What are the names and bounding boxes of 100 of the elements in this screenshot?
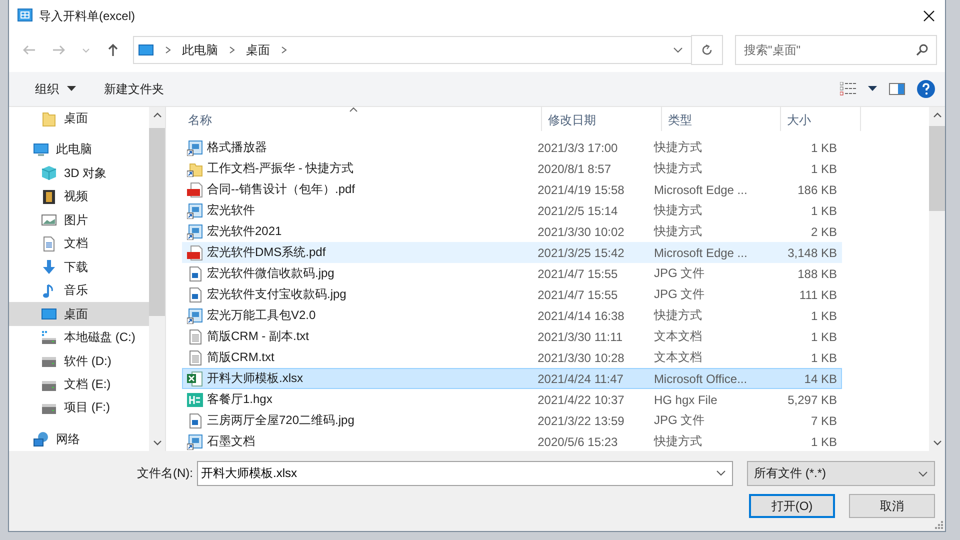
- app-tile-icon: [187, 392, 203, 408]
- file-row[interactable]: 合同--销售设计（包年）.pdf 2021/4/19 15:58 Microsoft Edge ... 186 KB: [182, 179, 842, 200]
- image-file-icon: [187, 286, 203, 302]
- file-name: 石墨文档: [207, 433, 255, 450]
- search-field[interactable]: 搜索"桌面": [735, 35, 937, 65]
- file-row[interactable]: 简版CRM - 副本.txt 2021/3/30 11:11 文本文档 1 KB: [182, 326, 842, 347]
- file-row[interactable]: 开料大师模板.xlsx 2021/4/24 11:47 Microsoft Office... 14 KB: [182, 368, 842, 389]
- file-name: 宏光软件支付宝收款码.jpg: [207, 286, 346, 303]
- picture-icon: [41, 212, 57, 228]
- file-name: 简版CRM.txt: [207, 349, 274, 366]
- table-cell-text: 2021/4/14 16:38: [536, 308, 626, 324]
- nav-item[interactable]: 桌面: [9, 302, 149, 326]
- nav-item[interactable]: 3D 对象: [9, 162, 149, 186]
- table-cell-text: 1 KB: [810, 160, 838, 178]
- help-icon[interactable]: [917, 80, 935, 98]
- table-cell-text: 快捷方式: [652, 160, 703, 177]
- details-view-icon[interactable]: [840, 82, 856, 96]
- nav-item[interactable]: 桌面: [9, 107, 149, 130]
- nav-item[interactable]: 音乐: [9, 278, 149, 302]
- nav-item[interactable]: 下载: [9, 256, 149, 279]
- filename-label: 文件名(N):: [137, 465, 193, 482]
- file-name: 宏光万能工具包V2.0: [207, 307, 316, 324]
- file-row[interactable]: 客餐厅1.hgx 2021/4/22 10:37 HG hgx File 5,297 KB: [182, 389, 842, 410]
- file-row[interactable]: 工作文档-严振华 - 快捷方式 2020/8/1 8:57 快捷方式 1 KB: [182, 158, 842, 179]
- file-row[interactable]: 宏光万能工具包V2.0 2021/4/14 16:38 快捷方式 1 KB: [182, 305, 842, 326]
- address-bar[interactable]: 此电脑 桌面: [133, 36, 692, 64]
- chevron-right-icon: [228, 45, 236, 55]
- sort-caret-icon: [349, 107, 358, 112]
- chevron-down-icon: [152, 440, 162, 446]
- table-cell-text: 2021/4/22 10:37: [536, 392, 626, 408]
- nav-item[interactable]: 软件 (D:): [9, 349, 149, 373]
- desktop-icon: [138, 42, 154, 58]
- table-cell-text: 快捷方式: [652, 202, 703, 219]
- file-name: 开料大师模板.xlsx: [207, 370, 303, 387]
- table-cell-text: 2021/4/24 11:47: [536, 370, 624, 388]
- caret-down-icon[interactable]: [868, 86, 877, 92]
- column-header[interactable]: 大小: [781, 107, 861, 131]
- new-folder-button[interactable]: 新建文件夹: [96, 76, 172, 102]
- chevron-down-icon[interactable]: [673, 45, 683, 55]
- file-name: 简版CRM - 副本.txt: [207, 328, 309, 345]
- text-file-icon: [187, 350, 203, 366]
- table-cell-text: 2021/3/3 17:00: [536, 140, 619, 156]
- preview-pane-icon[interactable]: [889, 83, 905, 95]
- column-header[interactable]: 名称: [182, 107, 542, 131]
- table-cell-text: 2020/5/6 15:23: [536, 434, 619, 450]
- file-name: 宏光软件2021: [207, 223, 282, 240]
- scrollbar[interactable]: [929, 107, 945, 451]
- table-cell-text: JPG 文件: [652, 412, 706, 429]
- scrollbar-thumb[interactable]: [929, 126, 945, 212]
- table-cell-text: 1 KB: [810, 350, 838, 366]
- column-header[interactable]: 修改日期: [542, 107, 662, 131]
- file-row[interactable]: 石墨文档 2020/5/6 15:23 快捷方式 1 KB: [182, 431, 842, 452]
- table-cell-text: 文本文档: [652, 349, 703, 366]
- close-icon[interactable]: [923, 10, 935, 22]
- scrollbar[interactable]: [149, 107, 165, 451]
- table-cell-text: 快捷方式: [652, 223, 703, 240]
- folder-shortcut-icon: [187, 160, 203, 176]
- table-cell-text: 2021/3/30 10:28: [536, 350, 626, 366]
- cancel-button[interactable]: 取消: [849, 494, 935, 518]
- table-cell-text: 14 KB: [803, 370, 838, 388]
- file-row[interactable]: 宏光软件微信收款码.jpg 2021/4/7 15:55 JPG 文件 188 KB: [182, 263, 842, 284]
- nav-item[interactable]: 文档 (E:): [9, 372, 149, 396]
- nav-item[interactable]: 网络: [9, 428, 149, 451]
- file-row[interactable]: 格式播放器 2021/3/3 17:00 快捷方式 1 KB: [182, 137, 842, 158]
- nav-item[interactable]: 项目 (F:): [9, 396, 149, 420]
- file-row[interactable]: 简版CRM.txt 2021/3/30 10:28 文本文档 1 KB: [182, 347, 842, 368]
- nav-item[interactable]: 视频: [9, 185, 149, 209]
- table-cell-text: 2021/4/7 15:55: [536, 266, 619, 282]
- download-arrow-icon: [41, 259, 57, 276]
- breadcrumb-item[interactable]: 此电脑: [182, 42, 218, 58]
- breadcrumb-item[interactable]: 桌面: [246, 42, 270, 58]
- nav-item[interactable]: 此电脑: [9, 138, 149, 162]
- drive-icon: [41, 330, 57, 346]
- nav-item[interactable]: 图片: [9, 208, 149, 232]
- filename-field[interactable]: 开料大师模板.xlsx: [197, 461, 733, 486]
- file-row[interactable]: 宏光软件支付宝收款码.jpg 2021/4/7 15:55 JPG 文件 111 KB: [182, 284, 842, 305]
- text-file-icon: [187, 328, 203, 344]
- search-icon[interactable]: [915, 43, 929, 57]
- file-name: 合同--销售设计（包年）.pdf: [207, 181, 356, 198]
- computer-icon: [33, 142, 49, 158]
- organize-menu-button[interactable]: 组织: [27, 76, 84, 102]
- pdf-icon: [187, 182, 203, 198]
- file-row[interactable]: 宏光软件2021 2021/3/30 10:02 快捷方式 2 KB: [182, 221, 842, 242]
- file-name: 三房两厅全屋720二维码.jpg: [207, 412, 354, 429]
- table-cell-text: 2021/3/30 11:11: [536, 328, 624, 346]
- nav-item[interactable]: 文档: [9, 232, 149, 256]
- file-row[interactable]: 宏光软件DMS系统.pdf 2021/3/25 15:42 Microsoft Edge ... 3,148 KB: [182, 242, 842, 263]
- table-cell-text: 2021/3/22 13:59: [536, 412, 626, 430]
- table-cell-text: 1 KB: [810, 140, 838, 156]
- file-type-dropdown[interactable]: 所有文件 (*.*): [747, 461, 935, 486]
- file-row[interactable]: 三房两厅全屋720二维码.jpg 2021/3/22 13:59 JPG 文件 7 KB: [182, 410, 842, 431]
- open-button[interactable]: 打开(O): [749, 494, 835, 518]
- pdf-icon: [187, 244, 203, 260]
- file-row[interactable]: 宏光软件 2021/2/5 15:14 快捷方式 1 KB: [182, 200, 842, 221]
- file-name: 客餐厅1.hgx: [207, 391, 272, 408]
- column-header[interactable]: 类型: [662, 107, 781, 131]
- scrollbar-thumb[interactable]: [149, 128, 165, 316]
- shortcut-icon: [187, 308, 203, 324]
- nav-item[interactable]: 本地磁盘 (C:): [9, 326, 149, 350]
- refresh-button[interactable]: [691, 35, 723, 65]
